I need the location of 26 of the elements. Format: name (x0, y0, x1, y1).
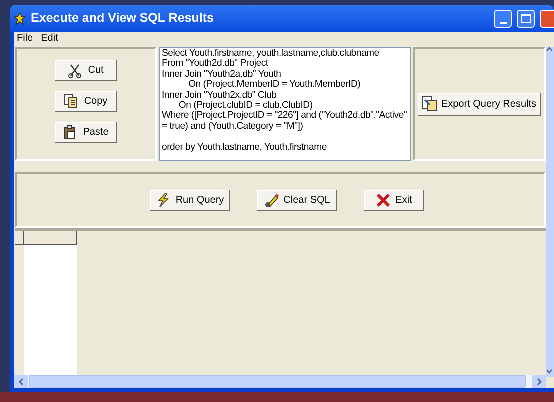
clear-button[interactable]: Clear SQL (257, 190, 337, 210)
exit-button[interactable]: Exit (364, 190, 424, 210)
minimize-button[interactable] (494, 10, 512, 28)
lightning-icon (156, 192, 171, 208)
export-button[interactable]: Export Query Results (418, 92, 541, 116)
paste-button[interactable]: Paste (55, 122, 117, 143)
export-icon (422, 96, 438, 112)
maximize-button[interactable] (517, 10, 535, 28)
grid-corner-cell (15, 231, 24, 245)
scroll-left-button[interactable] (14, 375, 28, 388)
vertical-scrollbar[interactable] (546, 47, 554, 377)
menu-item[interactable]: Edit (41, 32, 58, 45)
scissors-icon (68, 63, 84, 78)
sql-text-field[interactable]: Select Youth.firstname, youth.lastname,club.clubname From "Youth2d.db" Project Inner Join "Youth2a.db" Youth On (Project.MemberID = Youth.MemberID) Inner Join "Youth2x.db" Club On (Project.clubID = club.ClubID) Where ([Project.ProjectID = "226"] and ("Youth2d.db"."Active" = true) and (Youth.Category = "M"]) order by Youth.lastname, Youth.firstname (159, 47, 411, 161)
copy-button[interactable]: Copy (55, 91, 117, 112)
app-icon (14, 12, 26, 26)
copy-icon (64, 94, 80, 109)
window-title: Execute and View SQL Results (31, 10, 215, 28)
close-button[interactable] (540, 10, 554, 28)
clipboard-icon (63, 125, 78, 140)
scroll-right-button[interactable] (532, 375, 546, 388)
cross-icon (376, 192, 391, 208)
run-button[interactable]: Run Query (150, 190, 230, 210)
eraser-pen-icon (264, 192, 279, 208)
cut-button[interactable]: Cut (55, 60, 117, 81)
menu-item[interactable]: File (17, 32, 34, 45)
